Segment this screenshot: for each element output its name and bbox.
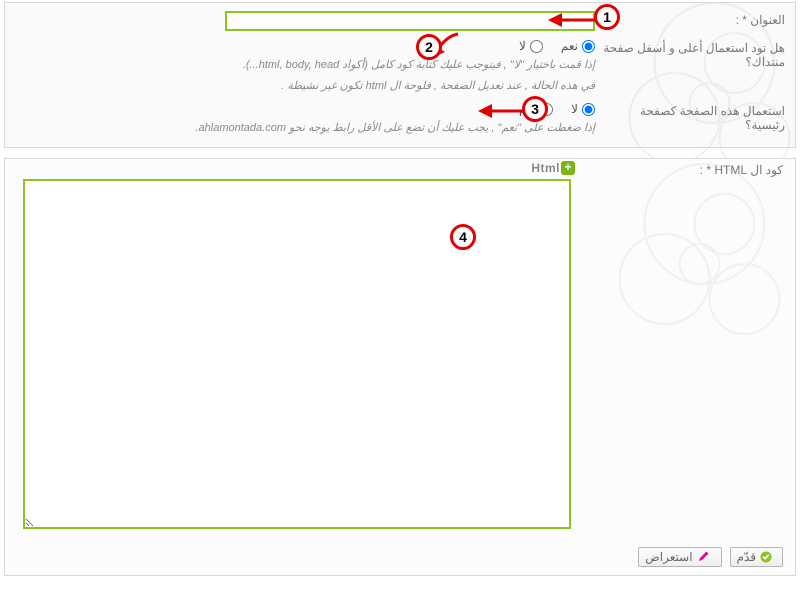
hp-yes-option[interactable]: نعم xyxy=(519,102,553,116)
title-input[interactable] xyxy=(225,11,595,31)
hf-yes-option[interactable]: نعم xyxy=(561,39,595,53)
done-label: قدّم xyxy=(737,550,756,564)
hp-no-label: لا xyxy=(571,102,578,116)
hf-yes-label: نعم xyxy=(561,39,578,53)
preview-label: استعراض xyxy=(645,550,692,564)
hp-no-radio[interactable] xyxy=(582,103,595,116)
hf-no-label: لا xyxy=(519,39,526,53)
html-code-textarea[interactable] xyxy=(23,179,571,529)
homepage-radio-group: لا نعم xyxy=(15,102,595,116)
hf-help-1: إذا قمت باختيار "لا" , فيتوجب عليك كتابة… xyxy=(135,57,595,74)
html-badge: + Html xyxy=(531,161,575,175)
hf-help-2: في هذه الحالة , عند تعديل الصفحة , فلوحة… xyxy=(135,78,595,95)
done-button[interactable]: قدّم xyxy=(730,547,783,567)
pencil-icon xyxy=(697,550,711,564)
html-badge-text: Html xyxy=(531,161,560,175)
homepage-label: استعمال هذه الصفحة كصفحة رئيسية؟ xyxy=(595,102,785,132)
header-footer-label: هل تود استعمال أعلى و أسفل صفحة منتداك؟ xyxy=(595,39,785,69)
header-footer-radio-group: نعم لا xyxy=(15,39,595,53)
settings-panel: العنوان * : هل تود استعمال أعلى و أسفل ص… xyxy=(4,2,796,148)
button-row: قدّم استعراض xyxy=(638,547,783,567)
hp-help: إذا ضغطت على "نعم" , يجب عليك أن تضع على… xyxy=(135,120,595,137)
hp-yes-radio[interactable] xyxy=(540,103,553,116)
hf-no-radio[interactable] xyxy=(530,40,543,53)
html-code-label: كود ال HTML * : xyxy=(700,163,783,177)
preview-button[interactable]: استعراض xyxy=(638,547,721,567)
hp-yes-label: نعم xyxy=(519,102,536,116)
title-label: العنوان * : xyxy=(595,11,785,27)
hp-no-option[interactable]: لا xyxy=(571,102,595,116)
plus-icon: + xyxy=(561,161,575,175)
hf-yes-radio[interactable] xyxy=(582,40,595,53)
html-code-panel: كود ال HTML * : + Html قدّم استعراض xyxy=(4,158,796,576)
hf-no-option[interactable]: لا xyxy=(519,39,543,53)
check-icon xyxy=(760,551,772,563)
